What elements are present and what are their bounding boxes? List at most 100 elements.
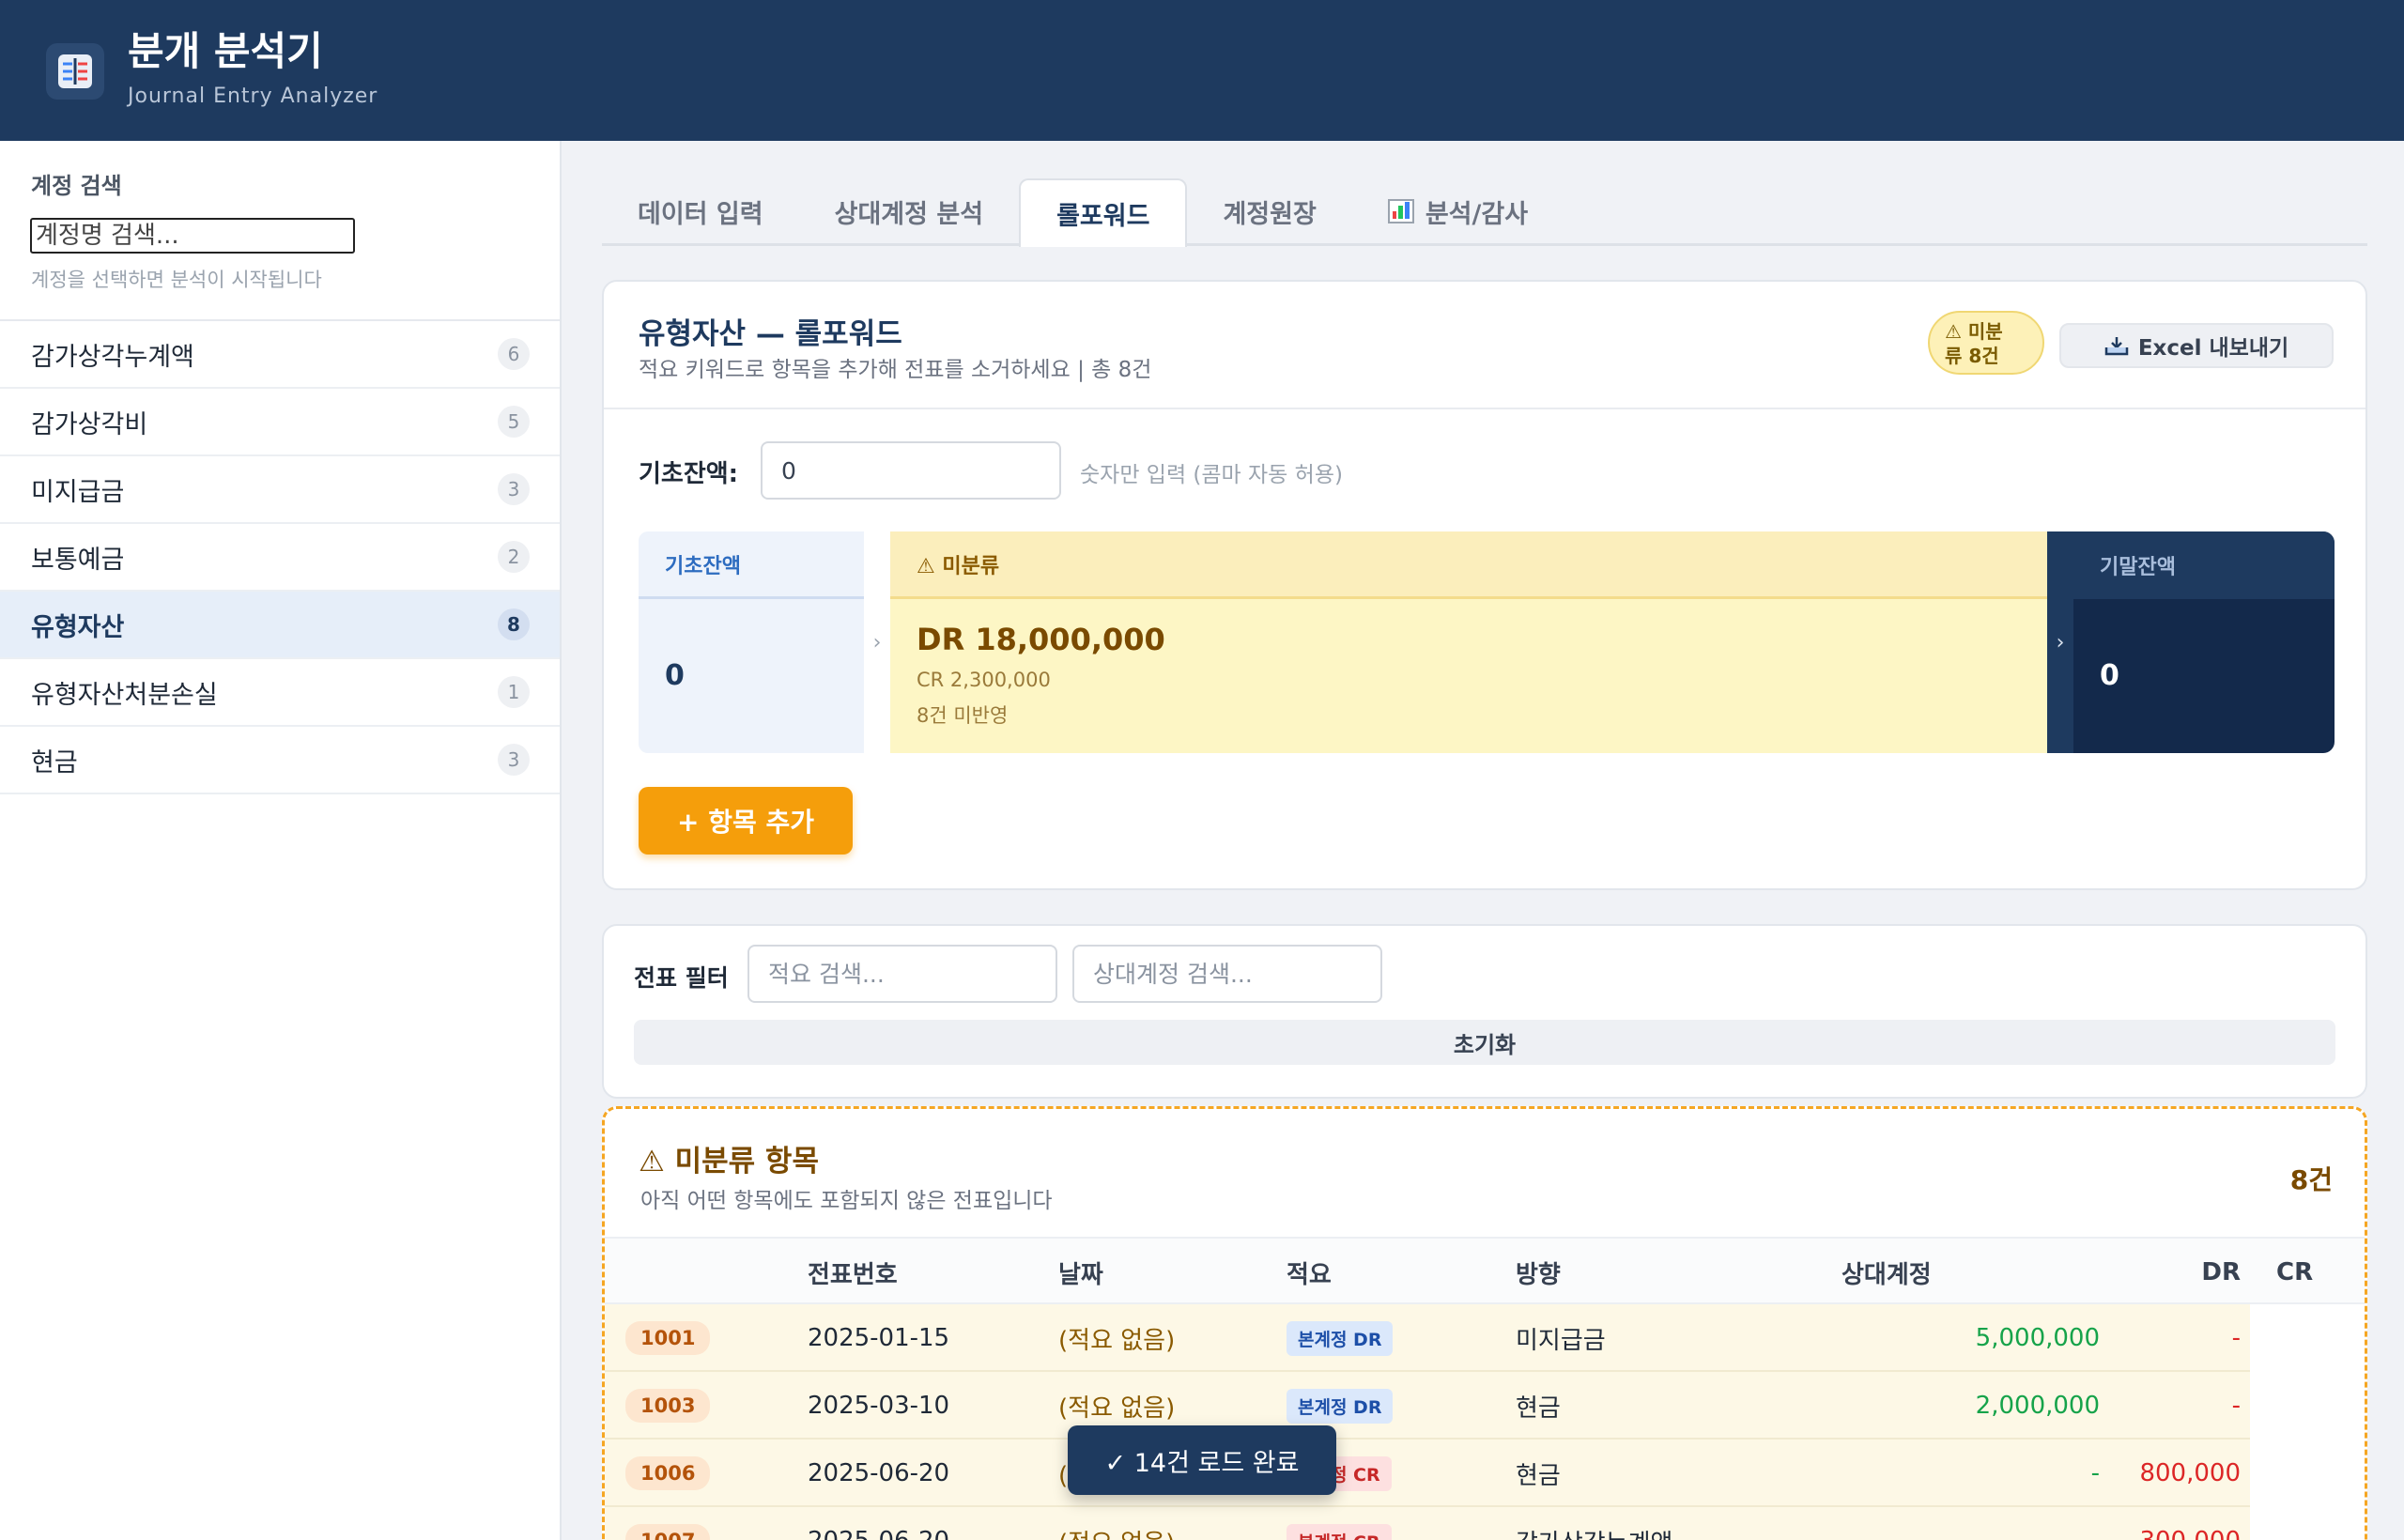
cr-amount: - <box>2231 1392 2241 1420</box>
entry-filter-label: 전표 필터 <box>634 964 729 992</box>
entry-number-cell: 1007 <box>625 1507 711 1540</box>
account-item[interactable]: 감가상각누계액 6 <box>0 321 560 389</box>
cr-amount: 800,000 <box>2139 1459 2241 1487</box>
counter-account-search-input[interactable] <box>1072 945 1382 1003</box>
account-item[interactable]: 현금 3 <box>0 727 560 794</box>
entry-number-cell: 1006 <box>625 1440 711 1507</box>
divider <box>604 408 2365 409</box>
account-item[interactable]: 유형자산처분손실 1 <box>0 659 560 727</box>
table-row[interactable]: 1003 2025-03-10 (적요 없음) 본계정 DR 현금 2,000,… <box>605 1372 2365 1440</box>
account-name: 감가상각누계액 <box>31 342 194 372</box>
account-name: 현금 <box>31 747 78 778</box>
column-header[interactable]: 날짜 <box>1058 1239 1103 1306</box>
unclassified-items-subtitle: 아직 어떤 항목에도 포함되지 않은 전표입니다 <box>640 1189 1053 1213</box>
entry-number-pill: 1003 <box>625 1389 711 1423</box>
table-row[interactable]: 1001 2025-01-15 (적요 없음) 본계정 DR 미지급금 5,00… <box>605 1304 2365 1372</box>
download-tray-icon <box>2104 337 2129 356</box>
account-count-badge: 3 <box>498 744 530 776</box>
tab-ledger[interactable]: 계정원장 <box>1187 178 1351 244</box>
app-subtitle: Journal Entry Analyzer <box>128 85 378 108</box>
account-name: 보통예금 <box>31 545 125 575</box>
dr-amount: 2,000,000 <box>1975 1392 2100 1420</box>
reset-filter-button[interactable]: 초기화 <box>634 1020 2335 1065</box>
excel-export-button[interactable]: Excel 내보내기 <box>2059 323 2334 368</box>
chevron-right-icon: › <box>864 531 890 753</box>
counter-account: 현금 <box>1516 1394 1561 1423</box>
dr-amount: - <box>1826 1507 2100 1540</box>
account-item-selected[interactable]: 유형자산 8 <box>0 592 560 659</box>
entry-filter-card: 전표 필터 초기화 <box>602 924 2367 1099</box>
entry-memo: (적요 없음) <box>1058 1326 1176 1355</box>
tab-data-input[interactable]: 데이터 입력 <box>602 178 799 244</box>
rollforward-title: 유형자산 — 롤포워드 <box>639 317 902 351</box>
dr-amount: - <box>2090 1459 2100 1487</box>
entry-number-pill: 1006 <box>625 1456 711 1490</box>
account-count-badge: 3 <box>498 473 530 505</box>
entry-date: 2025-06-20 <box>808 1507 949 1540</box>
unclassified-dr-total: DR 18,000,000 <box>917 622 1165 657</box>
opening-balance-box: 기초잔액 0 <box>639 531 864 753</box>
direction-badge: 본계정 CR <box>1287 1523 1392 1540</box>
column-header[interactable]: DR <box>2107 1239 2241 1306</box>
unclassified-cr-total: CR 2,300,000 <box>917 669 1051 691</box>
rollforward-card: 유형자산 — 롤포워드 적요 키워드로 항목을 추가해 전표를 소거하세요 | … <box>602 280 2367 890</box>
chevron-right-icon: › <box>2047 531 2073 753</box>
opening-balance-input[interactable] <box>761 441 1061 500</box>
main-tabs: 데이터 입력 상대계정 분석 롤포워드 계정원장 분석/감사 <box>602 178 2367 247</box>
account-count-badge: 8 <box>498 608 530 640</box>
entry-memo: (적요 없음) <box>1058 1507 1175 1540</box>
tab-label: 분석/감사 <box>1425 199 1529 229</box>
opening-balance-label: 기초잔액: <box>639 460 739 488</box>
account-list: 감가상각누계액 6 감가상각비 5 미지급금 3 보통예금 2 유형자산 8 유… <box>0 319 560 794</box>
account-search-input[interactable] <box>30 218 355 254</box>
opening-box-value: 0 <box>665 659 685 692</box>
cr-amount: - <box>2231 1324 2241 1352</box>
direction-cell: 본계정 CR <box>1287 1507 1392 1540</box>
column-header[interactable]: CR <box>2276 1239 2313 1306</box>
closing-box-heading: 기말잔액 <box>2047 531 2335 599</box>
unclassified-box-heading: ⚠ 미분류 <box>890 531 2047 599</box>
account-count-badge: 5 <box>498 406 530 438</box>
tab-counter-account[interactable]: 상대계정 분석 <box>799 178 1019 244</box>
column-header[interactable]: 방향 <box>1516 1239 1561 1306</box>
app-title: 분개 분석기 <box>128 28 323 74</box>
account-count-badge: 2 <box>498 541 530 573</box>
account-item[interactable]: 미지급금 3 <box>0 456 560 524</box>
entry-number-pill: 1001 <box>625 1321 711 1355</box>
table-row[interactable]: 1007 2025-06-20 (적요 없음) 본계정 CR 감가상각누계액 -… <box>605 1507 2365 1540</box>
unclassified-table: 전표번호 날짜 적요 방향 상대계정 DR CR 1001 2025-01-15… <box>605 1237 2365 1540</box>
tab-analysis-audit[interactable]: 분석/감사 <box>1352 178 1564 244</box>
column-header[interactable]: 적요 <box>1287 1239 1332 1306</box>
tab-rollforward[interactable]: 롤포워드 <box>1019 178 1188 247</box>
entry-date: 2025-03-10 <box>808 1392 950 1420</box>
entry-date: 2025-06-20 <box>808 1459 950 1487</box>
account-count-badge: 6 <box>498 338 530 370</box>
counter-account: 미지급금 <box>1516 1326 1606 1355</box>
entry-number-cell: 1001 <box>625 1304 711 1372</box>
unclassified-count-badge: ⚠ 미분 류 8건 <box>1928 311 2044 375</box>
direction-cell: 본계정 DR <box>1287 1304 1394 1372</box>
table-row[interactable]: 1006 2025-06-20 (적요 없음) 본계정 CR 현금 - 800,… <box>605 1440 2365 1507</box>
account-name: 미지급금 <box>31 477 125 507</box>
account-item[interactable]: 보통예금 2 <box>0 524 560 592</box>
bar-chart-icon <box>1387 199 1414 223</box>
column-header[interactable]: 전표번호 <box>808 1239 898 1306</box>
unclassified-pending-count: 8건 미반영 <box>917 704 1009 727</box>
add-item-button[interactable]: + 항목 추가 <box>639 787 853 855</box>
badge-line: 류 8건 <box>1945 345 1999 367</box>
column-header[interactable]: 상대계정 <box>1842 1239 1932 1306</box>
excel-export-label: Excel 내보내기 <box>2137 336 2289 361</box>
account-search-label: 계정 검색 <box>31 173 122 199</box>
account-item[interactable]: 감가상각비 5 <box>0 389 560 456</box>
unclassified-items-count: 8건 <box>2289 1164 2333 1195</box>
account-sidebar: 계정 검색 계정을 선택하면 분석이 시작됩니다 감가상각누계액 6 감가상각비… <box>0 141 562 1540</box>
counter-account: 감가상각누계액 <box>1516 1507 1672 1540</box>
opening-balance-hint: 숫자만 입력 (콤마 자동 허용) <box>1080 463 1343 487</box>
opening-box-heading: 기초잔액 <box>639 531 864 599</box>
closing-box-value: 0 <box>2100 659 2119 692</box>
memo-search-input[interactable] <box>747 945 1057 1003</box>
counter-account: 현금 <box>1516 1461 1561 1490</box>
entry-number-pill: 1007 <box>625 1524 711 1540</box>
closing-balance-box: 기말잔액 0 <box>2047 531 2335 753</box>
unclassified-items-card: ⚠ 미분류 항목 아직 어떤 항목에도 포함되지 않은 전표입니다 8건 전표번… <box>602 1106 2367 1540</box>
